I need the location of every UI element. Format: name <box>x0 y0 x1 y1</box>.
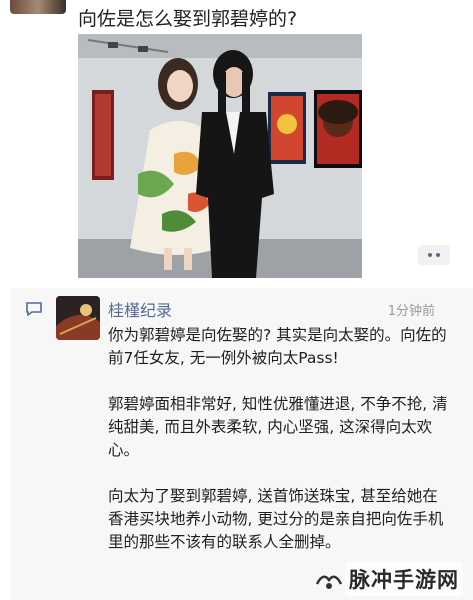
photo-illustration <box>78 34 362 278</box>
comment-paragraph: 郭碧婷面相非常好, 知性优雅懂进退, 不争不抢, 清纯甜美, 而且外表柔软, 内… <box>108 395 448 459</box>
comment-time: 1分钟前 <box>387 304 435 319</box>
watermark: 脉冲手游网 <box>345 562 463 596</box>
dot-icon <box>428 253 432 257</box>
watermark-logo-icon <box>315 575 343 589</box>
more-options-button[interactable] <box>418 245 450 265</box>
dot-icon <box>436 253 440 257</box>
post-title: 向佐是怎么娶到郭碧婷的? <box>78 8 298 30</box>
commenter-name[interactable]: 桂槿纪录 <box>108 297 172 321</box>
comment-paragraph: 你为郭碧婷是向佐娶的? 其实是向太娶的。向佐的前7任女友, 无一例外被向太Pas… <box>108 326 447 367</box>
comment-text: 你为郭碧婷是向佐娶的? 其实是向太娶的。向佐的前7任女友, 无一例外被向太Pas… <box>108 324 453 577</box>
commenter-avatar[interactable] <box>56 296 100 340</box>
comment-section: 桂槿纪录 1分钟前 你为郭碧婷是向佐娶的? 其实是向太娶的。向佐的前7任女友, … <box>10 288 473 600</box>
poster-avatar[interactable] <box>10 0 66 14</box>
comment-icon <box>26 302 42 316</box>
avatar-image <box>56 296 100 340</box>
post-photo[interactable] <box>78 34 362 278</box>
comment-paragraph: 向太为了娶到郭碧婷, 送首饰送珠宝, 甚至给她在香港买块地养小动物, 更过分的是… <box>108 487 444 551</box>
